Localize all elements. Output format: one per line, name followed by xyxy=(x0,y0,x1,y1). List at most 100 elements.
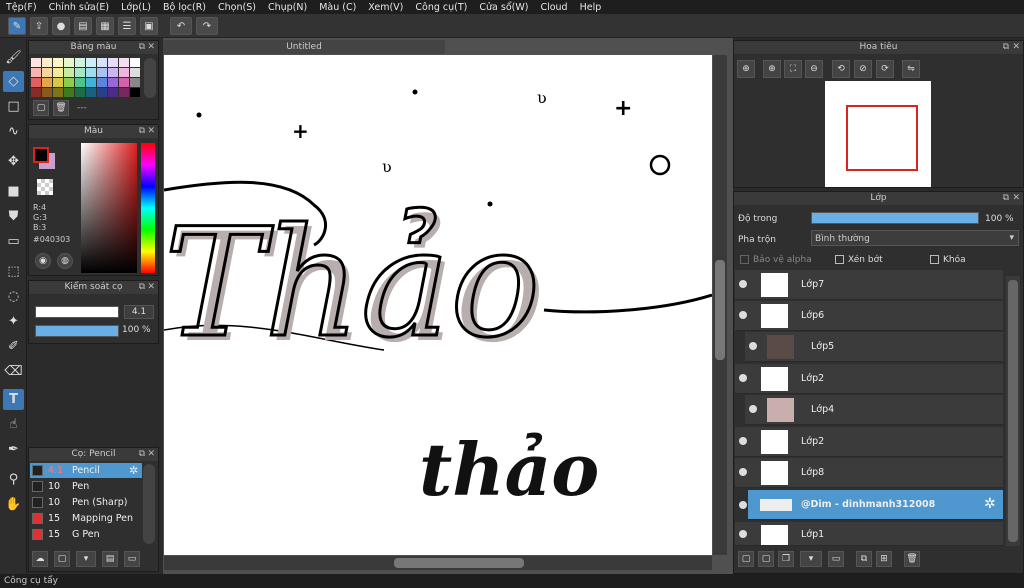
palette-swatch[interactable] xyxy=(53,68,63,77)
float-icon[interactable]: ⧉ xyxy=(139,41,145,54)
menu-view[interactable]: Xem(V) xyxy=(368,2,403,13)
zoom-out-icon[interactable]: ⊖ xyxy=(805,60,823,78)
blend-mode-select[interactable]: Bình thường ▾ xyxy=(811,230,1019,246)
document-tab[interactable]: Untitled xyxy=(163,40,445,54)
gear-icon[interactable]: ✲ xyxy=(129,464,138,477)
menu-window[interactable]: Cửa sổ(W) xyxy=(479,2,528,13)
palette-swatch[interactable] xyxy=(75,88,85,97)
rotate-reset-icon[interactable]: ⊘ xyxy=(854,60,872,78)
close-icon[interactable]: ✕ xyxy=(147,281,155,294)
color-saturation-box[interactable] xyxy=(81,143,137,273)
rotate-left-icon[interactable]: ⟲ xyxy=(832,60,850,78)
scroll-thumb[interactable] xyxy=(715,260,725,360)
protect-alpha-checkbox[interactable] xyxy=(740,255,749,264)
palette-swatch[interactable] xyxy=(42,78,52,87)
undo-icon[interactable]: ↶ xyxy=(170,17,192,35)
eye-icon[interactable] xyxy=(739,374,747,382)
zoom-in-icon[interactable]: ⊕ xyxy=(737,60,755,78)
move-icon[interactable]: ✥ xyxy=(3,151,24,172)
select-rect-icon[interactable]: ⬚ xyxy=(3,261,24,282)
brush-icon[interactable]: 🖌 xyxy=(3,47,24,68)
lasso-icon[interactable]: ◌ xyxy=(3,286,24,307)
hand-icon[interactable]: ✋ xyxy=(3,494,24,515)
merge-icon[interactable]: ⧉ xyxy=(856,551,872,567)
copy-layer-icon[interactable]: ❐ xyxy=(778,551,794,567)
palette-swatch[interactable] xyxy=(86,88,96,97)
lock-checkbox[interactable] xyxy=(930,255,939,264)
layer-row[interactable]: Lớp6 xyxy=(735,301,1003,331)
palette-swatch[interactable] xyxy=(86,58,96,67)
eraser-icon[interactable]: ◇ xyxy=(3,71,24,92)
palette-swatch[interactable] xyxy=(108,78,118,87)
palette-swatch[interactable] xyxy=(97,68,107,77)
layer-row-selected[interactable]: @Dim - dinhmanh312008 ✲ xyxy=(748,490,1003,520)
palette-swatch[interactable] xyxy=(108,88,118,97)
chat-icon[interactable]: ● xyxy=(52,17,70,35)
palette-swatch[interactable] xyxy=(86,78,96,87)
palette-swatch[interactable] xyxy=(97,78,107,87)
brush-item-pen[interactable]: 10 Pen xyxy=(30,479,142,494)
redo-icon[interactable]: ↷ xyxy=(196,17,218,35)
eye-icon[interactable] xyxy=(749,405,757,413)
shade-icon[interactable]: ▭ xyxy=(3,231,24,252)
delete-palette-icon[interactable]: 🗑 xyxy=(53,100,69,116)
palette-swatch[interactable] xyxy=(64,68,74,77)
palette-swatch[interactable] xyxy=(119,88,129,97)
layer-row[interactable]: Lớp2 xyxy=(735,364,1003,394)
palette-swatch[interactable] xyxy=(42,68,52,77)
text-tool-icon[interactable]: T xyxy=(3,389,24,410)
float-icon[interactable]: ⧉ xyxy=(1003,192,1009,205)
folder-icon[interactable]: ▭ xyxy=(828,551,844,567)
float-icon[interactable]: ⧉ xyxy=(139,448,145,461)
canvas[interactable]: + + ʋ ʋ Thảo Thảo thảo xyxy=(164,55,712,555)
brush-tool-icon[interactable]: ✎ xyxy=(8,17,26,35)
close-icon[interactable]: ✕ xyxy=(1012,41,1020,54)
palette-scrollbar[interactable] xyxy=(144,58,156,98)
zoom-plus-icon[interactable]: ⊕ xyxy=(763,60,781,78)
canvas-horizontal-scrollbar[interactable] xyxy=(164,556,712,570)
palette-swatch[interactable] xyxy=(130,68,140,77)
canvas-vertical-scrollbar[interactable] xyxy=(713,55,727,555)
palette-swatch[interactable] xyxy=(42,58,52,67)
magic-wand-icon[interactable]: ✦ xyxy=(3,311,24,332)
palette-swatch[interactable] xyxy=(64,88,74,97)
brush-menu-icon[interactable]: ▾ xyxy=(76,551,96,567)
eye-icon[interactable] xyxy=(739,311,747,319)
palette-swatch[interactable] xyxy=(130,88,140,97)
palette-swatch[interactable] xyxy=(130,78,140,87)
comment-icon[interactable]: ▤ xyxy=(74,17,92,35)
bucket-icon[interactable]: ⛊ xyxy=(3,206,24,227)
palette-swatch[interactable] xyxy=(119,58,129,67)
palette-swatch[interactable] xyxy=(31,58,41,67)
new-palette-icon[interactable]: ▢ xyxy=(33,100,49,116)
menu-color[interactable]: Màu (C) xyxy=(319,2,356,13)
palette-swatch[interactable] xyxy=(108,68,118,77)
palette-swatch[interactable] xyxy=(64,78,74,87)
grid-icon[interactable]: ▣ xyxy=(140,17,158,35)
eye-icon[interactable] xyxy=(739,437,747,445)
palette-swatch[interactable] xyxy=(97,58,107,67)
layer-row[interactable]: Lớp7 xyxy=(735,270,1003,300)
layer-row[interactable]: Lớp8 xyxy=(735,458,1003,488)
float-icon[interactable]: ⧉ xyxy=(139,281,145,294)
palette-swatches[interactable] xyxy=(31,58,143,98)
document-icon[interactable]: ▦ xyxy=(96,17,114,35)
palette-swatch[interactable] xyxy=(130,58,140,67)
palette-swatch[interactable] xyxy=(31,78,41,87)
brush-item-mapping-pen[interactable]: 15 Mapping Pen xyxy=(30,511,142,526)
clipping-checkbox[interactable] xyxy=(835,255,844,264)
brush-scrollbar[interactable] xyxy=(143,464,155,544)
fill-rect-icon[interactable]: ■ xyxy=(3,181,24,202)
float-icon[interactable]: ⧉ xyxy=(139,125,145,138)
brush-settings-icon[interactable]: ▤ xyxy=(102,551,118,567)
layer-row[interactable]: Lớp4 xyxy=(745,395,1003,425)
palette-swatch[interactable] xyxy=(53,78,63,87)
eye-icon[interactable] xyxy=(739,280,747,288)
eyedropper-icon[interactable]: ✒ xyxy=(3,439,24,460)
layers-scrollbar[interactable] xyxy=(1006,276,1020,546)
delete-layer-icon[interactable]: 🗑 xyxy=(904,551,920,567)
palette-swatch[interactable] xyxy=(75,78,85,87)
color-mode-icon[interactable]: ◍ xyxy=(57,253,73,269)
new-layer-alt-icon[interactable]: ▢ xyxy=(758,551,774,567)
export-icon[interactable]: ⇪ xyxy=(30,17,48,35)
